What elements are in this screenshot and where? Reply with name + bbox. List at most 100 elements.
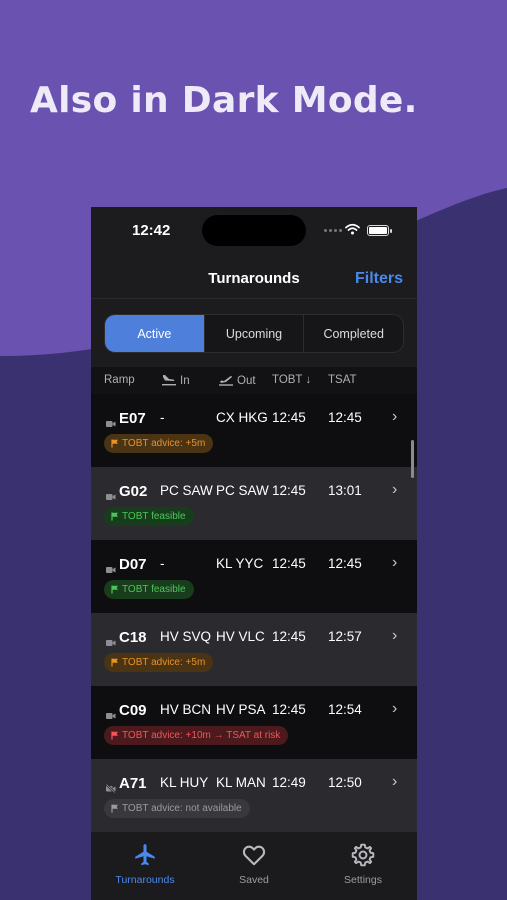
status-badge-text: TOBT feasible <box>122 584 186 595</box>
arrival-plane-icon <box>162 375 176 386</box>
tobt-cell: 12:45 <box>272 629 306 644</box>
status-badge: TOBT feasible <box>104 580 194 599</box>
tab-label: Settings <box>344 874 382 886</box>
flag-icon <box>111 731 118 740</box>
table-row[interactable]: E07- CX HKG 12:45 12:45 › TOBT advice: +5m <box>91 394 417 467</box>
outbound-cell: HV VLC <box>216 629 265 644</box>
segmented-control: Active Upcoming Completed <box>104 314 404 353</box>
chevron-right-icon: › <box>392 700 398 717</box>
phone-screen: 12:42 Turnarounds Filters Active Upcomin… <box>91 207 417 900</box>
column-header: Ramp In Out TOBT ↓ TSAT <box>91 367 417 394</box>
inbound-cell: HV SVQ <box>160 629 212 644</box>
ramp-cell: A71 <box>119 775 147 792</box>
outbound-cell: KL YYC <box>216 556 264 571</box>
status-badge-text: TOBT advice: +5m <box>122 438 206 449</box>
tsat-cell: 12:54 <box>328 702 362 717</box>
status-bar: 12:42 <box>91 207 417 253</box>
status-badge: TOBT feasible <box>104 507 194 526</box>
chevron-right-icon: › <box>392 481 398 498</box>
column-out[interactable]: Out <box>218 374 256 387</box>
chevron-right-icon: › <box>392 773 398 790</box>
filters-button[interactable]: Filters <box>355 270 403 288</box>
camera-icon <box>106 634 116 652</box>
ramp-cell: C09 <box>119 702 147 719</box>
heart-icon <box>242 845 266 866</box>
outbound-cell: PC SAW <box>216 483 269 498</box>
camera-off-icon <box>105 780 116 798</box>
tobt-cell: 12:45 <box>272 410 306 425</box>
ramp-cell: D07 <box>119 556 147 573</box>
camera-icon <box>106 561 116 579</box>
flag-icon <box>111 658 118 667</box>
flag-icon <box>111 512 118 521</box>
inbound-cell: KL HUY <box>160 775 209 790</box>
ramp-cell: G02 <box>119 483 148 500</box>
column-tsat[interactable]: TSAT <box>328 374 357 386</box>
scrollbar[interactable] <box>411 440 414 478</box>
battery-icon <box>367 225 392 236</box>
tobt-cell: 12:45 <box>272 556 306 571</box>
column-ramp[interactable]: Ramp <box>104 374 135 386</box>
camera-icon <box>106 488 116 506</box>
chevron-right-icon: › <box>392 408 398 425</box>
tab-saved[interactable]: Saved <box>200 842 308 886</box>
gear-icon <box>351 843 375 867</box>
dynamic-island <box>202 215 306 246</box>
column-out-label: Out <box>237 375 256 387</box>
inbound-cell: - <box>160 556 165 571</box>
segment-active[interactable]: Active <box>105 315 204 352</box>
status-badge-text: TOBT feasible <box>122 511 186 522</box>
outbound-cell: HV PSA <box>216 702 266 717</box>
table-row[interactable]: D07- KL YYC 12:45 12:45 › TOBT feasible <box>91 540 417 613</box>
tobt-cell: 12:49 <box>272 775 306 790</box>
flag-icon <box>111 804 118 813</box>
inbound-cell: HV BCN <box>160 702 212 717</box>
turnaround-list: E07- CX HKG 12:45 12:45 › TOBT advice: +5m G02… <box>91 394 417 832</box>
column-tobt[interactable]: TOBT ↓ <box>272 374 311 386</box>
status-time: 12:42 <box>132 222 171 239</box>
tsat-cell: 12:45 <box>328 556 362 571</box>
status-badge-text: TOBT advice: +5m <box>122 657 206 668</box>
table-row[interactable]: C09 HV BCN HV PSA 12:45 12:54 › TOBT advice: +… <box>91 686 417 759</box>
tab-turnarounds[interactable]: Turnarounds <box>91 842 199 886</box>
tab-settings[interactable]: Settings <box>309 842 417 886</box>
ramp-cell: C18 <box>119 629 147 646</box>
status-badge-text: TOBT advice: +10m → TSAT at risk <box>122 730 281 741</box>
tab-bar: Turnarounds Saved Settings <box>91 831 417 900</box>
tobt-cell: 12:45 <box>272 483 306 498</box>
inbound-cell: - <box>160 410 165 425</box>
camera-icon <box>106 707 116 725</box>
outbound-cell: KL MAN <box>216 775 266 790</box>
column-in[interactable]: In <box>161 374 190 387</box>
tobt-cell: 12:45 <box>272 702 306 717</box>
segment-completed[interactable]: Completed <box>303 315 403 352</box>
status-badge: TOBT advice: +5m <box>104 653 214 672</box>
airplane-icon <box>135 844 155 866</box>
tsat-cell: 12:45 <box>328 410 362 425</box>
status-badge: TOBT advice: not available <box>104 799 250 818</box>
table-row[interactable]: G02 PC SAW PC SAW 12:45 13:01 › TOBT feasible <box>91 467 417 540</box>
tsat-cell: 13:01 <box>328 483 362 498</box>
tsat-cell: 12:57 <box>328 629 362 644</box>
table-row[interactable]: A71 KL HUY KL MAN 12:49 12:50 › TOBT advice: n… <box>91 759 417 832</box>
table-row[interactable]: C18 HV SVQ HV VLC 12:45 12:57 › TOBT advice: +… <box>91 613 417 686</box>
camera-icon <box>106 415 116 433</box>
status-badge: TOBT advice: +10m → TSAT at risk <box>104 726 289 745</box>
column-in-label: In <box>180 375 190 387</box>
flag-icon <box>111 585 118 594</box>
status-badge: TOBT advice: +5m <box>104 434 214 453</box>
outbound-cell: CX HKG <box>216 410 268 425</box>
departure-plane-icon <box>219 376 233 386</box>
chevron-right-icon: › <box>392 627 398 644</box>
navigation-bar: Turnarounds Filters <box>91 253 417 299</box>
segment-container: Active Upcoming Completed <box>91 299 417 367</box>
segment-upcoming[interactable]: Upcoming <box>203 315 304 352</box>
flag-icon <box>111 439 118 448</box>
ramp-cell: E07 <box>119 410 146 427</box>
inbound-cell: PC SAW <box>160 483 213 498</box>
tab-label: Turnarounds <box>115 874 175 886</box>
wifi-icon <box>345 223 360 235</box>
tab-label: Saved <box>239 874 269 886</box>
tsat-cell: 12:50 <box>328 775 362 790</box>
chevron-right-icon: › <box>392 554 398 571</box>
